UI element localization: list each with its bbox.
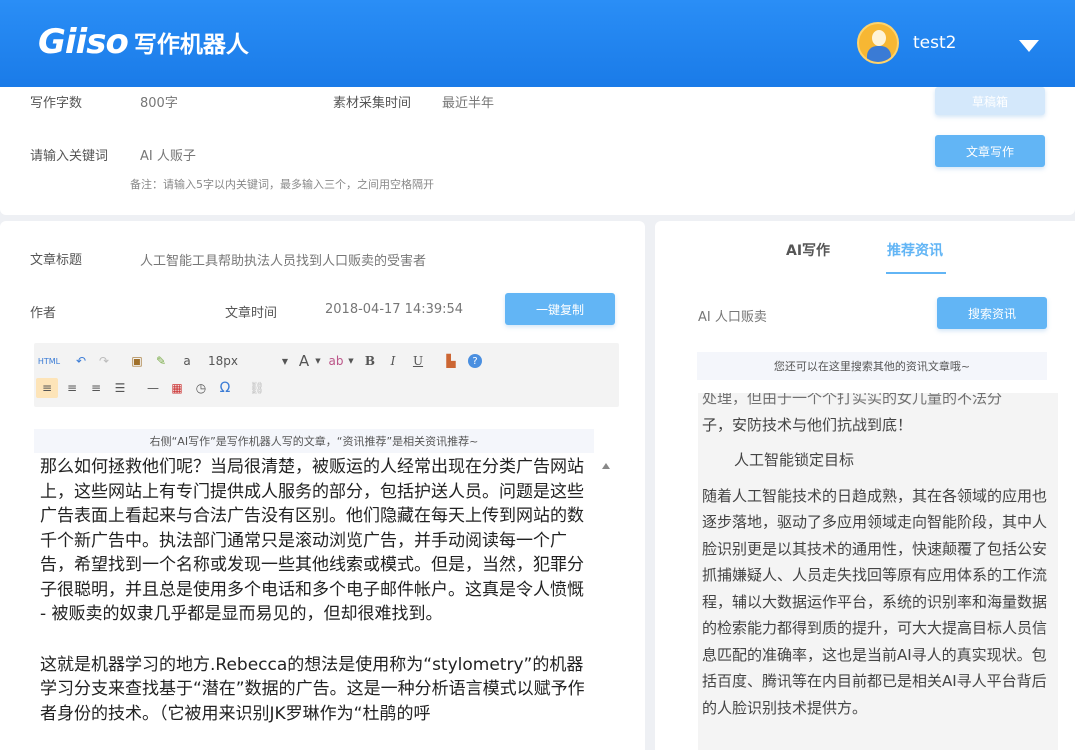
editor-paragraph: 那么如何拯救他们呢？当局很清楚，被贩运的人经常出现在分类广告网站上，这些网站上有… [40,457,584,624]
copy-label: 一键复制 [535,302,584,317]
link-icon[interactable]: ⛓ [248,378,266,398]
title-label: 文章标题 [30,253,83,268]
time-value: 2018-04-17 14:39:54 [325,302,464,317]
article-line: 子，安防技术与他们抗战到底！ [702,415,913,434]
keyword-note: 备注：请输入5字以内关键词，最多输入三个，之间用空格隔开 [130,178,434,191]
top-bar: Giiso 写作机器人 test2 [0,0,1075,87]
write-article-label: 文章写作 [965,144,1014,159]
horizontal-rule-icon[interactable]: — [144,378,162,398]
bold-button[interactable]: B [362,352,378,370]
news-search-input[interactable]: AI 人口贩卖 [698,306,767,325]
time-label: 文章时间 [225,306,278,321]
keyword-label: 请输入关键词 [30,149,109,164]
word-count-label: 写作字数 [30,96,83,111]
draft-box-button[interactable]: 草稿箱 [935,87,1045,115]
help-icon[interactable]: ? [466,352,484,370]
highlight-icon[interactable]: ab [326,352,346,370]
highlight-chevron-icon[interactable]: ▼ [346,352,356,370]
special-char-button[interactable]: Ω [216,378,234,398]
copy-button[interactable]: 一键复制 [505,293,615,325]
username: test2 [913,33,957,53]
clock-icon[interactable]: ◷ [192,378,210,398]
search-hint: 您还可以在这里搜索其他的资讯文章哦~ [697,352,1047,380]
author-label: 作者 [30,306,57,321]
align-center-icon[interactable]: ≡ [62,378,82,398]
paste-icon[interactable]: ▣ [128,352,146,370]
draft-box-label: 草稿箱 [971,94,1008,109]
search-news-label: 搜索资讯 [967,306,1016,321]
article-line: 处理，但由于一个个打实实的女儿量的不法分 [702,393,1003,407]
align-right-icon[interactable]: ≡ [86,378,106,398]
tab-active-indicator [886,272,946,274]
tab-recommended-news[interactable]: 推荐资讯 [887,240,943,260]
underline-button[interactable]: U [410,352,426,370]
font-size-select[interactable]: 18px [208,352,278,370]
keyword-input[interactable]: AI 人贩子 [140,145,196,164]
editor-content[interactable]: 那么如何拯救他们呢？当局很清楚，被贩运的人经常出现在分类广告网站上，这些网站上有… [40,455,588,726]
undo-icon[interactable]: ↶ [72,352,90,370]
font-color-chevron-icon[interactable]: ▼ [313,352,323,370]
logo-mark: Giiso [38,22,129,62]
html-source-button[interactable]: HTML [38,353,60,369]
collect-time-select[interactable]: 最近半年 [442,92,494,111]
scroll-up-icon[interactable] [602,463,610,469]
format-a-icon[interactable]: a [178,352,196,370]
app-logo[interactable]: Giiso 写作机器人 [38,22,249,62]
chevron-down-icon[interactable] [1019,40,1039,52]
logo-text: 写作机器人 [133,32,249,58]
align-justify-icon[interactable]: ☰ [110,378,130,398]
align-left-icon[interactable]: ≡ [36,378,58,398]
italic-button[interactable]: I [385,352,401,370]
article-body: 随着人工智能技术的日趋成熟，其在各领域的应用也逐步落地，驱动了多应用领域走向智能… [702,486,1048,717]
title-value: 人工智能工具帮助执法人员找到人口贩卖的受害者 [140,254,427,269]
news-article[interactable]: 处理，但由于一个个打实实的女儿量的不法分 子，安防技术与他们抗战到底！ 人工智能… [698,393,1058,750]
editor-hint: 右侧“AI写作”是写作机器人写的文章，“资讯推荐”是相关资讯推荐~ [34,429,594,453]
redo-icon[interactable]: ↷ [95,352,113,370]
avatar[interactable] [857,22,899,64]
image-icon[interactable]: ▙ [442,352,460,370]
word-count-select[interactable]: 800字 [140,92,178,111]
collect-time-label: 素材采集时间 [333,96,412,111]
tab-ai-writing[interactable]: AI写作 [786,240,830,260]
brush-icon[interactable]: ✎ [152,352,170,370]
calendar-icon[interactable]: ▦ [168,378,186,398]
editor-paragraph: 这就是机器学习的地方.Rebecca的想法是使用称为“stylometry”的机… [40,654,585,724]
font-color-button[interactable]: A [295,352,313,370]
search-news-button[interactable]: 搜索资讯 [937,297,1047,329]
article-heading: 人工智能锁定目标 [734,451,855,469]
user-menu[interactable]: test2 [857,22,956,64]
write-article-button[interactable]: 文章写作 [935,135,1045,167]
font-size-chevron-icon[interactable]: ▼ [280,352,290,370]
